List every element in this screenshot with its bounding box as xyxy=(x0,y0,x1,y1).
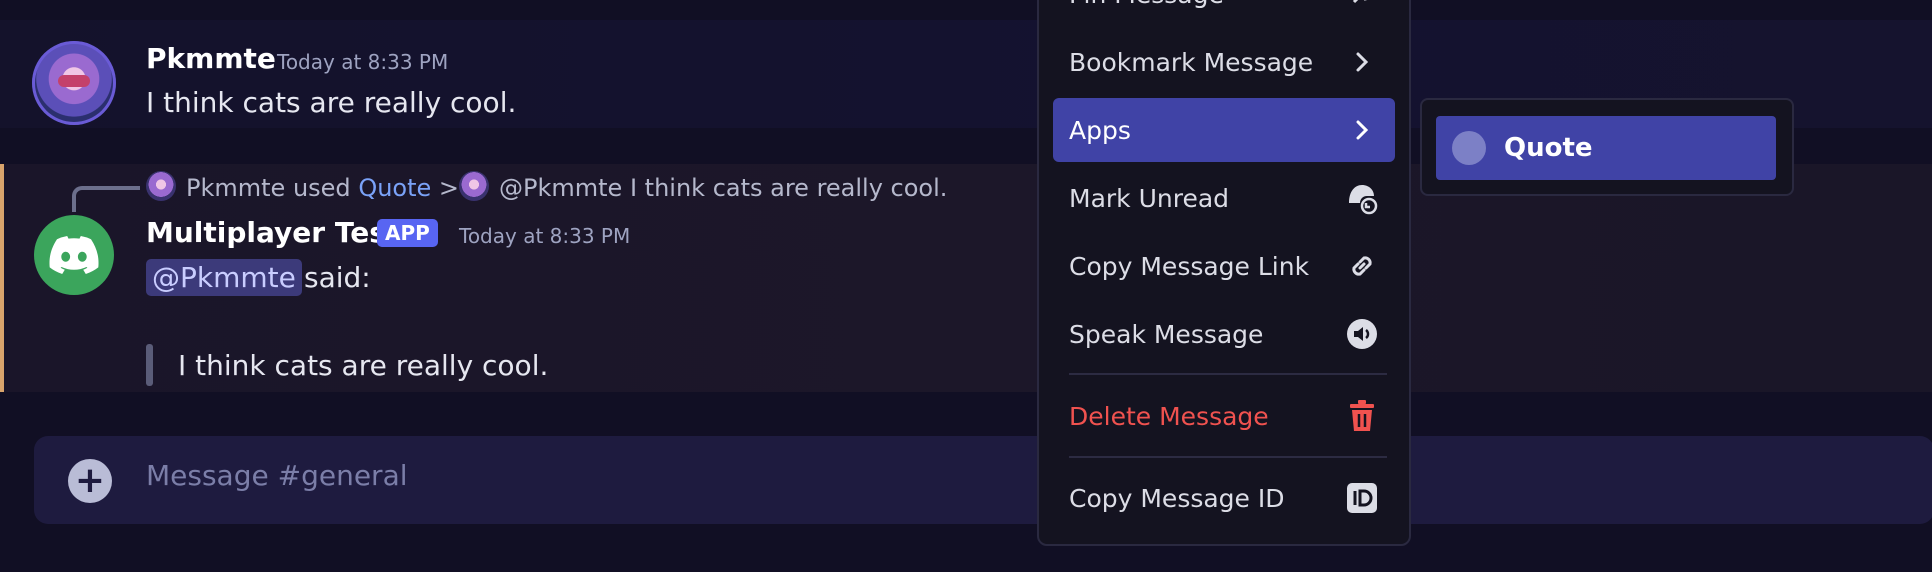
menu-item-label: Pin Message xyxy=(1069,0,1224,9)
menu-item-copy-message-id[interactable]: Copy Message ID xyxy=(1053,466,1395,530)
menu-item-pin-message[interactable]: Pin Message xyxy=(1053,0,1395,26)
reply-username[interactable]: Pkmmte xyxy=(186,174,285,202)
message-author[interactable]: Multiplayer Test xyxy=(146,216,399,249)
message-input[interactable]: Message #general xyxy=(146,459,408,492)
mark-unread-icon xyxy=(1345,181,1379,215)
message-timestamp: Today at 8:33 PM xyxy=(459,224,631,248)
message-text: I think cats are really cool. xyxy=(146,86,517,119)
menu-item-mark-unread[interactable]: Mark Unread xyxy=(1053,166,1395,230)
id-icon xyxy=(1345,481,1379,515)
chevron-right-icon xyxy=(1345,45,1379,79)
app-avatar-icon xyxy=(1452,131,1486,165)
discord-logo-icon xyxy=(49,236,99,274)
menu-item-label: Mark Unread xyxy=(1069,183,1230,213)
message-timestamp: Today at 8:33 PM xyxy=(277,50,449,74)
reply-target-avatar[interactable] xyxy=(459,171,489,201)
app-badge: APP xyxy=(377,219,438,247)
reply-mention[interactable]: @Pkmmte xyxy=(499,174,622,202)
blockquote-bar xyxy=(146,344,153,386)
link-icon xyxy=(1345,249,1379,283)
menu-item-label: Copy Message ID xyxy=(1069,483,1285,513)
menu-divider xyxy=(1069,456,1387,458)
chevron-right-icon xyxy=(1345,113,1379,147)
submenu-item-quote[interactable]: Quote xyxy=(1436,116,1776,180)
reply-used-text: used xyxy=(292,174,351,202)
message-text: said: xyxy=(304,261,371,294)
reply-target[interactable]: @Pkmmte I think cats are really cool. xyxy=(499,174,947,202)
user-mention[interactable]: @Pkmmte xyxy=(146,259,302,296)
reply-avatar[interactable] xyxy=(146,171,176,201)
menu-item-apps[interactable]: Apps xyxy=(1053,98,1395,162)
menu-item-bookmark-message[interactable]: Bookmark Message xyxy=(1053,30,1395,94)
plus-circle-icon[interactable]: + xyxy=(68,459,112,503)
reply-connector xyxy=(72,186,140,212)
blockquote-text: I think cats are really cool. xyxy=(178,349,549,382)
menu-item-delete-message[interactable]: Delete Message xyxy=(1053,384,1395,448)
reply-context[interactable]: Pkmmte used Quote > xyxy=(186,174,459,202)
reply-command-link[interactable]: Quote xyxy=(358,174,431,202)
menu-item-label: Apps xyxy=(1069,115,1131,145)
trash-icon xyxy=(1345,399,1379,433)
chat-view: Pkmmte Today at 8:33 PM I think cats are… xyxy=(0,0,1932,572)
menu-item-label: Bookmark Message xyxy=(1069,47,1314,77)
message-author[interactable]: Pkmmte xyxy=(146,42,276,75)
chevron-right-icon: > xyxy=(438,174,460,202)
pin-icon xyxy=(1345,0,1379,11)
menu-item-label: Copy Message Link xyxy=(1069,251,1310,281)
avatar-visor xyxy=(58,75,90,87)
menu-divider xyxy=(1069,373,1387,375)
bot-avatar[interactable] xyxy=(34,215,114,295)
speaker-icon xyxy=(1345,317,1379,351)
submenu-item-label: Quote xyxy=(1504,133,1593,163)
menu-item-speak-message[interactable]: Speak Message xyxy=(1053,302,1395,366)
menu-item-label: Speak Message xyxy=(1069,319,1264,349)
menu-item-copy-message-link[interactable]: Copy Message Link xyxy=(1053,234,1395,298)
avatar[interactable] xyxy=(32,41,116,125)
reply-quoted-text: I think cats are really cool. xyxy=(629,174,948,202)
menu-item-label: Delete Message xyxy=(1069,401,1269,431)
